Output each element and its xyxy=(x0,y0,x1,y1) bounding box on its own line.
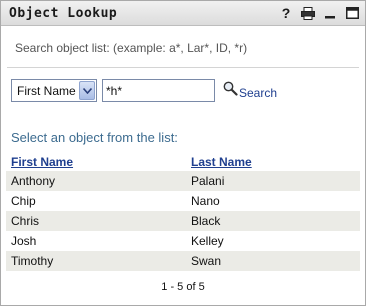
window-title: Object Lookup xyxy=(9,6,118,21)
title-bar-controls: ? xyxy=(279,5,359,21)
column-header-last-name[interactable]: Last Name xyxy=(186,153,360,171)
title-bar: Object Lookup ? xyxy=(1,1,365,26)
minimize-icon[interactable] xyxy=(323,5,337,21)
object-lookup-window: Object Lookup ? Search object list: (exa… xyxy=(0,0,366,306)
search-input[interactable] xyxy=(102,79,215,102)
pagination-status: 1 - 5 of 5 xyxy=(161,281,205,293)
cell-last-name: Swan xyxy=(186,251,360,271)
cell-last-name: Palani xyxy=(186,171,360,191)
results-table: First Name Last Name Anthony Palani Chip… xyxy=(6,153,360,271)
search-button[interactable]: Search xyxy=(223,81,277,100)
table-row[interactable]: Timothy Swan xyxy=(6,251,360,271)
cell-first-name: Josh xyxy=(11,234,37,248)
cell-first-name: Chris xyxy=(6,211,186,231)
divider xyxy=(7,67,359,68)
chevron-down-icon[interactable] xyxy=(79,81,95,100)
search-hint: Search object list: (example: a*, Lar*, … xyxy=(15,41,248,55)
table-row[interactable]: Josh Kelley xyxy=(6,231,360,251)
cell-last-name: Black xyxy=(186,211,360,231)
cell-last-name: Nano xyxy=(191,194,220,208)
magnifier-icon xyxy=(223,81,238,96)
cell-first-name: Timothy xyxy=(6,251,186,271)
help-glyph: ? xyxy=(281,5,291,21)
print-icon[interactable] xyxy=(301,5,315,21)
help-icon[interactable]: ? xyxy=(279,5,293,21)
table-header: First Name Last Name xyxy=(6,153,360,171)
column-header-first-name[interactable]: First Name xyxy=(6,153,186,171)
search-button-label: Search xyxy=(239,86,278,100)
attribute-select-value: First Name xyxy=(17,84,76,98)
table-row[interactable]: Anthony Palani xyxy=(6,171,360,191)
table-row[interactable]: Chip Nano xyxy=(6,191,360,211)
table-row[interactable]: Chris Black xyxy=(6,211,360,231)
results-prompt: Select an object from the list: xyxy=(11,130,178,145)
cell-last-name: Kelley xyxy=(191,234,224,248)
cell-first-name: Anthony xyxy=(6,171,186,191)
attribute-select[interactable]: First Name xyxy=(11,79,97,102)
cell-first-name: Chip xyxy=(11,194,36,208)
maximize-icon[interactable] xyxy=(345,5,359,21)
